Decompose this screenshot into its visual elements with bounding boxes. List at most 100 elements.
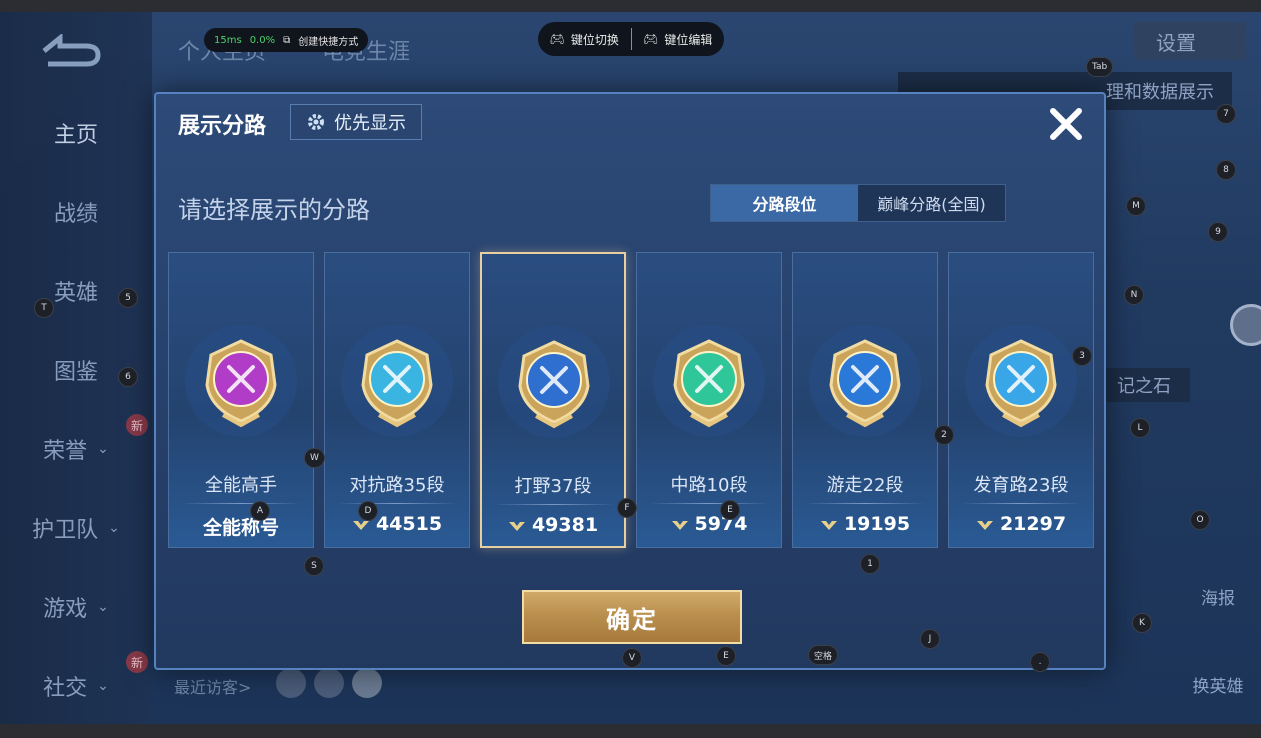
peak-score-icon [508,522,525,531]
sidebar-item-label: 英雄 [53,281,98,306]
lane-score: 5974 [637,513,781,535]
settings-label: 设置 [1156,30,1196,55]
stone-label: 记之石 [1098,368,1190,402]
card-divider [961,503,1081,504]
poster-button[interactable]: 海报 [1190,584,1246,609]
lane-score: 19195 [793,513,937,535]
key-hint-badge[interactable]: T [34,298,54,318]
key-hint-badge[interactable]: W [304,448,325,468]
key-hint-badge[interactable]: 5 [118,288,138,308]
key-hint-badge[interactable]: N [1124,285,1144,305]
sidebar-item-label: 护卫队 [32,518,99,543]
window-bottom-bar [0,724,1261,738]
key-hint-badge[interactable]: 6 [118,367,138,387]
priority-display-button[interactable]: 优先显示 [290,104,422,140]
sidebar-item-label: 游戏 [43,597,88,622]
stone-text: 记之石 [1117,376,1171,397]
tab-peak-lane[interactable]: 巅峰分路(全国) [858,185,1005,221]
new-badge: 新 [126,651,148,673]
keymap-toolbar: 🎮︎ 键位切换 🎮︎ 键位编辑 [538,22,724,56]
key-hint-badge[interactable]: F [617,498,637,518]
sidebar-item-home[interactable]: 主页 [0,108,152,158]
roam-emblem-icon [809,325,921,437]
key-hint-badge[interactable]: 空格 [808,645,839,665]
lane-rank-label: 游走22段 [826,475,904,496]
recent-visitors-label[interactable]: 最近访客> [174,674,251,698]
card-divider [337,503,457,504]
lane-score-value: 49381 [531,514,599,536]
sidebar-item-games[interactable]: 游戏 ⌄ [0,582,152,632]
lane-score: 全能称号 [169,513,313,540]
add-visitor-icon[interactable] [352,668,382,698]
lane-score-value: 19195 [843,513,911,535]
avatar[interactable] [276,668,306,698]
settings-button[interactable]: 设置 [1134,22,1246,60]
lane-rank-label: 全能高手 [205,475,277,496]
key-hint-badge[interactable]: 8 [1216,160,1236,180]
chevron-down-icon: ⌄ [97,599,109,615]
card-divider [649,503,769,504]
avatar[interactable] [314,668,344,698]
key-hint-badge[interactable]: S [304,556,324,576]
key-switch-button[interactable]: 🎮︎ 键位切换 [538,31,631,48]
jungle-emblem-icon [498,326,610,438]
key-edit-button[interactable]: 🎮︎ 键位编辑 [632,31,725,48]
game-screen: 主页 战绩 英雄 图鉴 荣誉 ⌄ 新 护卫队 ⌄ 游戏 ⌄ 社交 ⌄ 新 个人主页 电竞… [0,12,1261,724]
lane-rank-label: 中路10段 [670,475,748,496]
sidebar-item-label: 战绩 [53,202,98,227]
key-hint-badge[interactable]: L [1130,418,1150,438]
key-hint-badge[interactable]: 1 [860,554,880,574]
key-hint-badge[interactable]: . [1030,652,1050,672]
key-hint-badge[interactable]: 3 [1072,346,1092,366]
key-switch-label: 键位切换 [570,32,619,47]
lane-card[interactable]: 中路10段 5974 [636,252,782,548]
tab-lane-rank[interactable]: 分路段位 [711,185,858,221]
lane-display-dialog: 展示分路 优先显示 请选择展示的分路 分路段位 巅峰分路(全国) 全能高手 全能称… [154,92,1106,670]
close-icon [1050,108,1082,140]
lane-rank-label: 发育路23段 [973,475,1069,496]
confirm-button[interactable]: 确定 [522,590,742,644]
performance-pill: 15ms 0.0% ⧉ 创建快捷方式 [204,28,369,52]
change-hero-button[interactable]: 换英雄 [1190,672,1246,697]
create-shortcut-link[interactable]: 创建快捷方式 [298,33,358,48]
confirm-label: 确定 [606,605,658,634]
lane-rank-label: 对抗路35段 [349,475,445,496]
change-hero-label: 换英雄 [1192,677,1244,697]
sidebar-item-records[interactable]: 战绩 [0,187,152,237]
key-hint-badge[interactable]: 2 [934,425,954,445]
close-button[interactable] [1046,104,1086,144]
dialog-subtitle: 请选择展示的分路 [178,196,370,224]
peak-score-icon [671,521,688,530]
gear-icon[interactable] [1230,304,1261,346]
key-hint-badge[interactable]: D [358,501,378,521]
key-hint-badge[interactable]: Tab [1086,57,1114,77]
card-divider [181,503,301,504]
gamepad-icon: 🎮︎ [643,32,659,46]
key-hint-badge[interactable]: K [1132,613,1152,633]
gamepad-icon: 🎮︎ [549,32,565,46]
key-hint-badge[interactable]: A [250,501,270,521]
lane-card[interactable]: 发育路23段 21297 [948,252,1094,548]
key-hint-badge[interactable]: J [920,629,940,649]
lane-score: 44515 [325,513,469,535]
loss-value: 0.0% [249,34,276,46]
sidebar-item-guard[interactable]: 护卫队 ⌄ [0,503,152,553]
tooltip-text: 理和数据展示 [1106,82,1214,103]
key-hint-badge[interactable]: V [622,648,642,668]
poster-label: 海报 [1201,589,1235,609]
lane-card[interactable]: 对抗路35段 44515 [324,252,470,548]
lane-card[interactable]: 打野37段 49381 [480,252,626,548]
key-hint-badge[interactable]: 9 [1208,222,1228,242]
key-hint-badge[interactable]: O [1190,510,1210,530]
key-hint-badge[interactable]: E [720,500,740,520]
back-arrow-icon[interactable] [38,34,104,68]
lane-card[interactable]: 全能高手 全能称号 [168,252,314,548]
lane-card[interactable]: 游走22段 19195 [792,252,938,548]
peak-score-icon [820,521,837,530]
key-hint-badge[interactable]: M [1126,196,1146,216]
key-hint-badge[interactable]: 7 [1216,104,1236,124]
key-hint-badge[interactable]: E [716,646,736,666]
gear-icon [308,114,324,130]
sidebar-item-label: 主页 [53,123,98,148]
sidebar-item-label: 图鉴 [53,360,98,385]
